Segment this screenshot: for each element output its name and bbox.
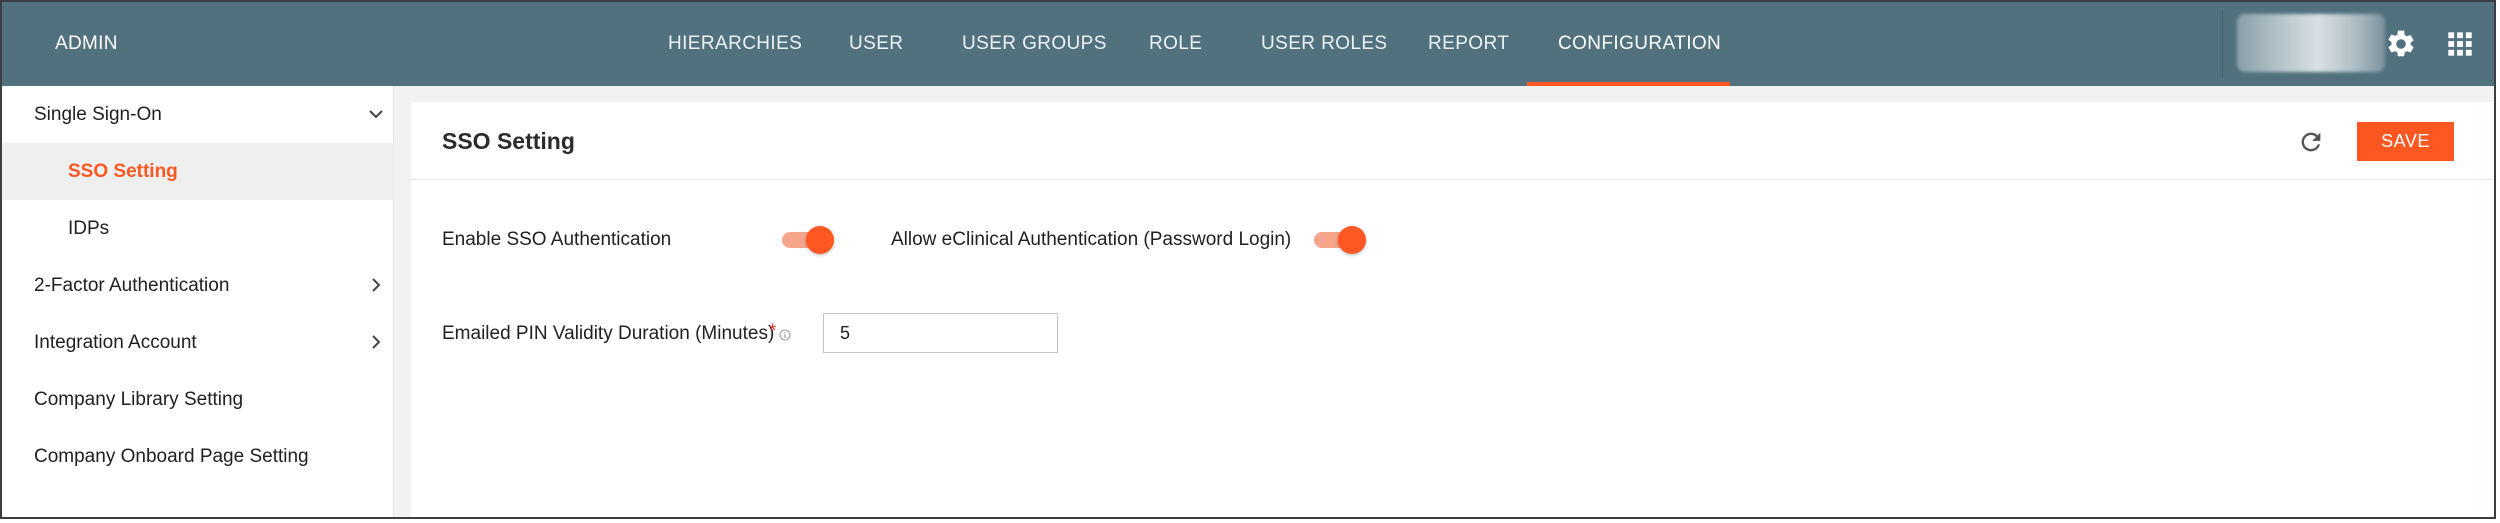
sidebar-item-label: SSO Setting xyxy=(68,161,178,182)
info-icon[interactable] xyxy=(779,329,791,341)
allow-eclinical-label: Allow eClinical Authentication (Password… xyxy=(891,229,1292,250)
sidebar-item-idps[interactable]: IDPs xyxy=(2,200,394,257)
enable-sso-toggle[interactable] xyxy=(782,224,834,254)
active-tab-indicator xyxy=(1527,82,1730,86)
nav-tab-user[interactable]: USER xyxy=(849,2,903,86)
page-title: SSO Setting xyxy=(442,128,575,154)
sidebar-item-integration-account[interactable]: Integration Account xyxy=(2,314,394,371)
topbar-divider xyxy=(2222,10,2223,78)
nav-tab-user-roles[interactable]: USER ROLES xyxy=(1261,2,1387,86)
toggle-thumb xyxy=(806,226,834,254)
nav-tab-configuration[interactable]: CONFIGURATION xyxy=(1558,2,1721,86)
sidebar-item-label: Single Sign-On xyxy=(34,104,162,125)
nav-tab-user-groups[interactable]: USER GROUPS xyxy=(962,2,1107,86)
sidebar-item-label: IDPs xyxy=(68,218,110,239)
settings-sidebar: Single Sign-On SSO Setting IDPs 2-Factor… xyxy=(2,86,394,517)
save-button[interactable]: SAVE xyxy=(2357,122,2454,161)
toggle-thumb xyxy=(1338,226,1366,254)
apps-grid-icon[interactable] xyxy=(2446,30,2474,58)
user-avatar[interactable] xyxy=(2237,14,2385,72)
sidebar-item-sso-setting[interactable]: SSO Setting xyxy=(2,143,394,200)
nav-tab-role[interactable]: ROLE xyxy=(1149,2,1202,86)
sidebar-item-label: Company Onboard Page Setting xyxy=(34,446,309,467)
sidebar-item-label: 2-Factor Authentication xyxy=(34,275,230,296)
sso-setting-panel: SSO Setting SAVE Enable SSO Authenticati… xyxy=(411,102,2494,517)
sidebar-item-2-factor-authentication[interactable]: 2-Factor Authentication xyxy=(2,257,394,314)
sidebar-item-label: Integration Account xyxy=(34,332,197,353)
gear-icon[interactable] xyxy=(2385,28,2417,60)
pin-validity-label: Emailed PIN Validity Duration (Minutes) xyxy=(442,323,775,344)
top-navigation-bar: ADMIN HIERARCHIES USER USER GROUPS ROLE … xyxy=(2,2,2494,86)
nav-tab-report[interactable]: REPORT xyxy=(1428,2,1509,86)
app-window: ADMIN HIERARCHIES USER USER GROUPS ROLE … xyxy=(0,0,2496,519)
required-asterisk: * xyxy=(769,321,777,342)
chevron-right-icon xyxy=(372,278,381,292)
sidebar-item-company-onboard-page-setting[interactable]: Company Onboard Page Setting xyxy=(2,428,394,485)
panel-header: SSO Setting SAVE xyxy=(411,102,2494,180)
sidebar-item-single-sign-on[interactable]: Single Sign-On xyxy=(2,86,394,143)
pin-validity-input[interactable] xyxy=(823,313,1058,353)
enable-sso-label: Enable SSO Authentication xyxy=(442,229,672,250)
main-nav: HIERARCHIES USER USER GROUPS ROLE USER R… xyxy=(2,2,2494,86)
refresh-icon[interactable] xyxy=(2297,128,2325,156)
allow-eclinical-toggle[interactable] xyxy=(1314,224,1366,254)
sidebar-item-label: Company Library Setting xyxy=(34,389,244,410)
nav-tab-hierarchies[interactable]: HIERARCHIES xyxy=(668,2,802,86)
chevron-down-icon xyxy=(369,110,383,119)
chevron-right-icon xyxy=(372,335,381,349)
sidebar-item-company-library-setting[interactable]: Company Library Setting xyxy=(2,371,394,428)
